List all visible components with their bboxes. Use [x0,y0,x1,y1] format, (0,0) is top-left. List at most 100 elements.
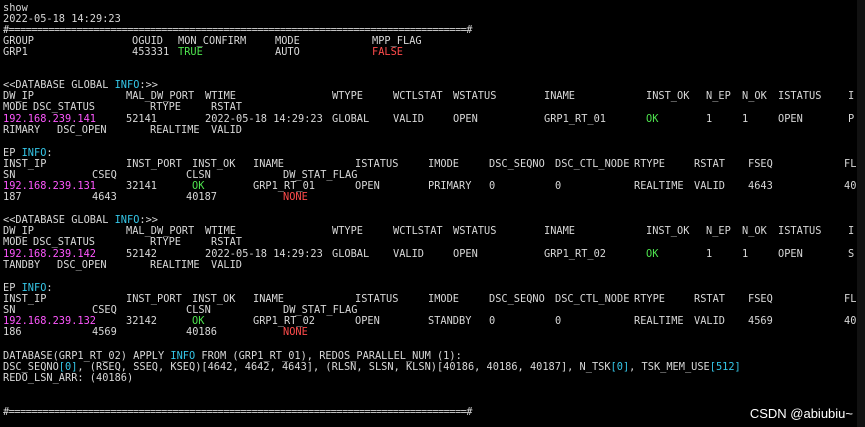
rtype-value: REALTIME [150,124,200,136]
ep-value-row-2: 186 4569 40186 NONE [3,326,308,338]
oguid-value: 453331 [132,46,170,58]
separator-text: #=======================================… [3,406,472,418]
iname-value: GRP1_RT_02 [544,248,606,260]
db-global-header-row-2: MODE DSC_STATUS RTYPE RSTAT [3,237,242,248]
csdn-watermark: CSDN @abiubiu~ [749,406,853,421]
dsc-status-value: DSC_OPEN [57,124,107,136]
rtype-value: REALTIME [634,315,684,327]
inst-ok-col-header: INST_OK [646,90,690,102]
mode-value: AUTO [275,46,300,58]
db-global-value-row-2: TANDBY DSC_OPEN REALTIME VALID [3,259,242,271]
rstat-col-header: RSTAT [694,293,725,305]
fseq-col-header: FSEQ [748,293,773,305]
imode-value: PRIMARY [428,180,472,192]
wrapped-col-header: I [848,90,855,102]
dsc-ctl-node-col-header: DSC_CTL_NODE [555,293,630,305]
n-ok-col-header: N_OK [742,225,767,237]
imode-col-header: IMODE [428,293,459,305]
wrapped-col-header: I [848,225,855,237]
wstatus-value: OPEN [453,248,478,260]
wtype-col-header: WTYPE [332,225,363,237]
fseq-col-header: FSEQ [748,158,773,170]
separator-bottom: #=======================================… [3,407,472,418]
istatus-col-header: ISTATUS [778,225,822,237]
dsc-status-col-header: DSC_STATUS [33,101,95,113]
fseq-value: 4643 [748,180,773,192]
wrapped-col-header: FL [844,158,857,170]
inst-port-col-header: INST_PORT [126,293,182,305]
rtype-value: REALTIME [150,259,200,271]
n-ep-col-header: N_EP [706,90,731,102]
wtype-value: GLOBAL [332,113,370,125]
wtype-value: GLOBAL [332,248,370,260]
n-ok-value: 1 [742,113,749,125]
ep-value-row-2: 187 4643 40187 NONE [3,191,308,203]
clsn-value: 40187 [186,191,217,203]
rstat-col-header: RSTAT [211,236,242,248]
scrollbar[interactable] [857,0,865,427]
dsc-ctl-node-col-header: DSC_CTL_NODE [555,158,630,170]
wstatus-col-header: WSTATUS [453,225,497,237]
iname-col-header: INAME [253,293,284,305]
dsc-status-col-header: DSC_STATUS [33,236,95,248]
db-global-header-row-2: MODE DSC_STATUS RTYPE RSTAT [3,101,242,113]
group-value-row: GRP1 453331 TRUE AUTO FALSE [3,47,403,58]
fseq-value: 4569 [748,315,773,327]
n-ok-value: 1 [742,248,749,260]
wstatus-col-header: WSTATUS [453,90,497,102]
wrapped-value: 40 [844,180,857,192]
terminal-window: show 2022-05-18 14:29:23 #==============… [0,0,865,427]
rstat-value: VALID [694,180,725,192]
cseq-value: 4643 [92,191,117,203]
dsc-status-value: DSC_OPEN [57,259,107,271]
cseq-value: 4569 [92,326,117,338]
rtype-col-header: RTYPE [634,158,665,170]
inst-port-value: 32142 [126,315,157,327]
wrapped-value: 40 [844,315,857,327]
rtype-col-header: RTYPE [150,236,181,248]
rtype-col-header: RTYPE [150,101,181,113]
dsc-ctl-node-value: 0 [555,315,562,327]
n-ep-col-header: N_EP [706,225,731,237]
imode-value: STANDBY [428,315,472,327]
iname-col-header: INAME [544,225,575,237]
mode-col-header: MODE [3,101,28,113]
sn-value: 186 [3,326,22,338]
dsc-seqno-value: 0 [489,180,496,192]
db-global-value-row-2: RIMARY DSC_OPEN REALTIME VALID [3,124,242,136]
iname-col-header: INAME [253,158,284,170]
imode-col-header: IMODE [428,158,459,170]
sn-value: 187 [3,191,22,203]
wrapped-value: P [848,113,855,125]
n-ep-value: 1 [706,113,713,125]
mode-value: TANDBY [3,259,41,271]
terminal-output: show 2022-05-18 14:29:23 #==============… [3,0,857,427]
mode-value: RIMARY [3,124,41,136]
n-ok-col-header: N_OK [742,90,767,102]
redo-lsn-line: REDO_LSN_ARR: (40186) [3,373,133,384]
istatus-col-header: ISTATUS [778,90,822,102]
wrapped-value: S [848,248,855,260]
rtype-col-header: RTYPE [634,293,665,305]
istatus-value: OPEN [355,315,380,327]
dw-stat-flag-value: NONE [283,326,308,338]
wctlstat-col-header: WCTLSTAT [393,90,443,102]
istatus-value: OPEN [355,180,380,192]
inst-ok-value: OK [646,248,659,260]
rstat-value: VALID [211,124,242,136]
rstat-value: VALID [694,315,725,327]
istatus-value: OPEN [778,248,803,260]
dsc-seqno-value: 0 [489,315,496,327]
iname-col-header: INAME [544,90,575,102]
rstat-col-header: RSTAT [694,158,725,170]
wstatus-value: OPEN [453,113,478,125]
rstat-col-header: RSTAT [211,101,242,113]
wctlstat-value: VALID [393,248,424,260]
iname-value: GRP1_RT_01 [544,113,606,125]
istatus-value: OPEN [778,113,803,125]
mon-confirm-value: TRUE [178,46,203,58]
wtype-col-header: WTYPE [332,90,363,102]
dsc-ctl-node-value: 0 [555,180,562,192]
wctlstat-value: VALID [393,113,424,125]
inst-ok-col-header: INST_OK [646,225,690,237]
